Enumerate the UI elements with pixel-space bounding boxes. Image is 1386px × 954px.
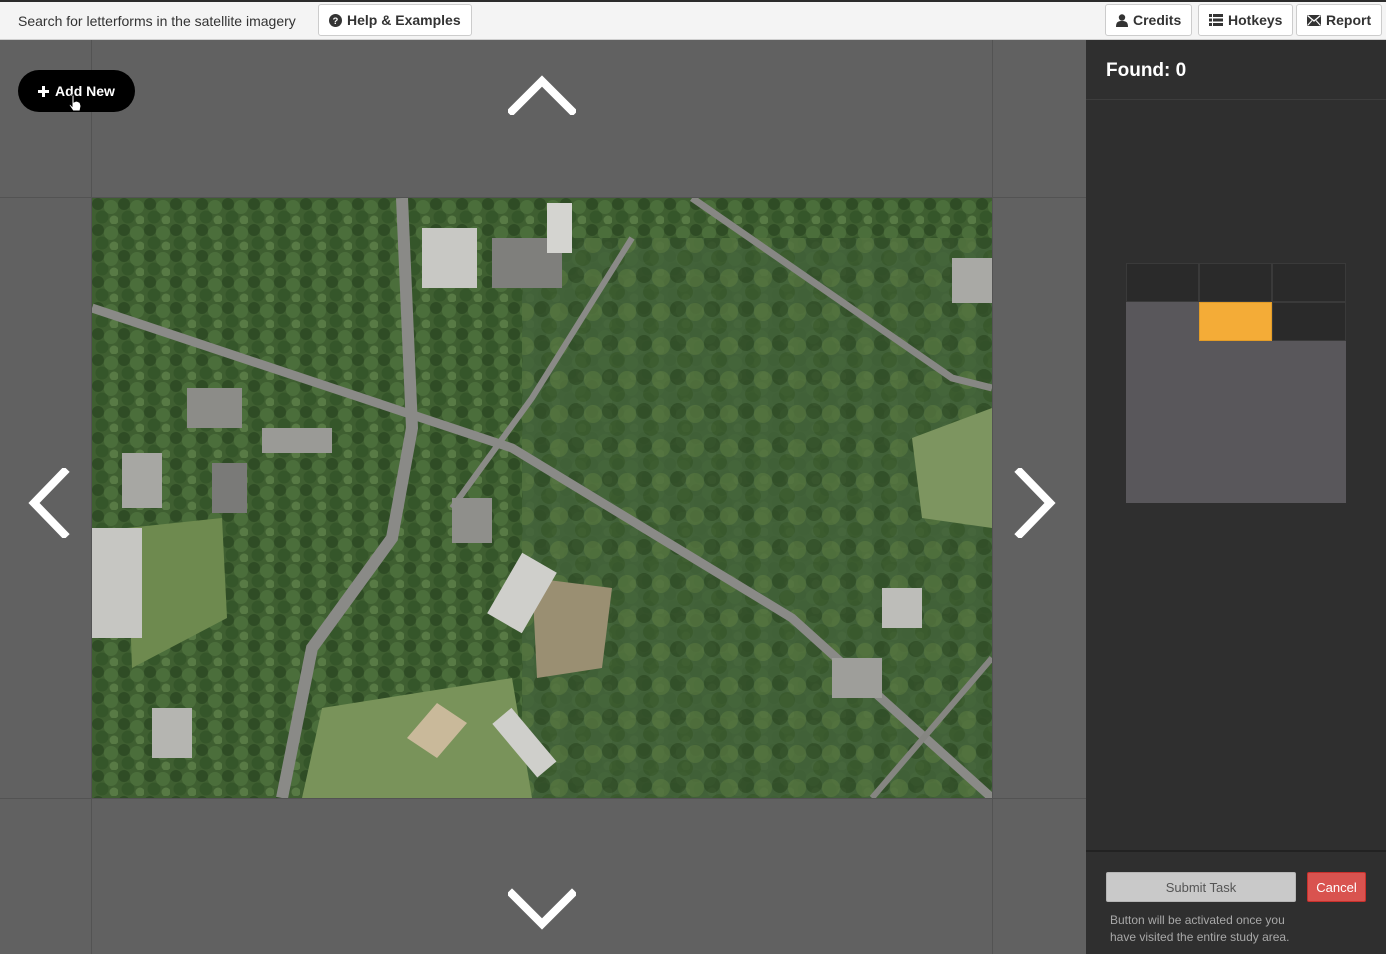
- report-label: Report: [1326, 12, 1372, 28]
- minimap-cell-visited: [1126, 263, 1199, 302]
- help-examples-button[interactable]: ? Help & Examples: [318, 4, 472, 36]
- user-icon: [1116, 13, 1128, 27]
- down-arrow-icon[interactable]: [508, 888, 576, 930]
- found-count: Found: 0: [1106, 60, 1187, 81]
- grid-line: [0, 798, 1086, 799]
- sidebar: Found: 0 Submit Task Cancel Button will …: [1086, 40, 1386, 954]
- credits-label: Credits: [1133, 12, 1182, 28]
- hand-pointer-icon: [68, 94, 82, 112]
- minimap-cell-visited: [1272, 263, 1346, 302]
- submit-note: Button will be activated once you have v…: [1110, 913, 1290, 944]
- divider: [1086, 99, 1386, 100]
- report-button[interactable]: Report: [1296, 4, 1383, 36]
- task-instruction: Search for letterforms in the satellite …: [18, 13, 296, 29]
- hotkeys-button[interactable]: Hotkeys: [1198, 4, 1294, 36]
- plus-icon: [38, 85, 50, 97]
- add-new-label: Add New: [55, 83, 115, 99]
- help-examples-label: Help & Examples: [347, 12, 461, 28]
- divider: [1086, 850, 1386, 852]
- right-arrow-icon[interactable]: [1014, 468, 1056, 538]
- minimap-cell-visited: [1199, 263, 1272, 302]
- grid-line: [992, 40, 993, 954]
- minimap-cell-visited: [1272, 302, 1346, 341]
- minimap-cell-current: [1199, 302, 1272, 341]
- credits-button[interactable]: Credits: [1105, 4, 1193, 36]
- question-circle-icon: ?: [329, 13, 342, 27]
- submit-task-button[interactable]: Submit Task: [1106, 872, 1296, 902]
- list-icon: [1209, 14, 1223, 26]
- satellite-imagery: [92, 198, 992, 798]
- envelope-icon: [1307, 14, 1321, 26]
- top-bar: Search for letterforms in the satellite …: [0, 0, 1386, 40]
- left-arrow-icon[interactable]: [28, 468, 70, 538]
- map-viewport[interactable]: Add New: [0, 40, 1086, 954]
- hotkeys-label: Hotkeys: [1228, 12, 1283, 28]
- cancel-button[interactable]: Cancel: [1307, 872, 1366, 902]
- study-area-minimap: [1126, 263, 1346, 503]
- svg-text:?: ?: [333, 16, 339, 26]
- satellite-image-tile[interactable]: [92, 198, 992, 798]
- up-arrow-icon[interactable]: [508, 75, 576, 115]
